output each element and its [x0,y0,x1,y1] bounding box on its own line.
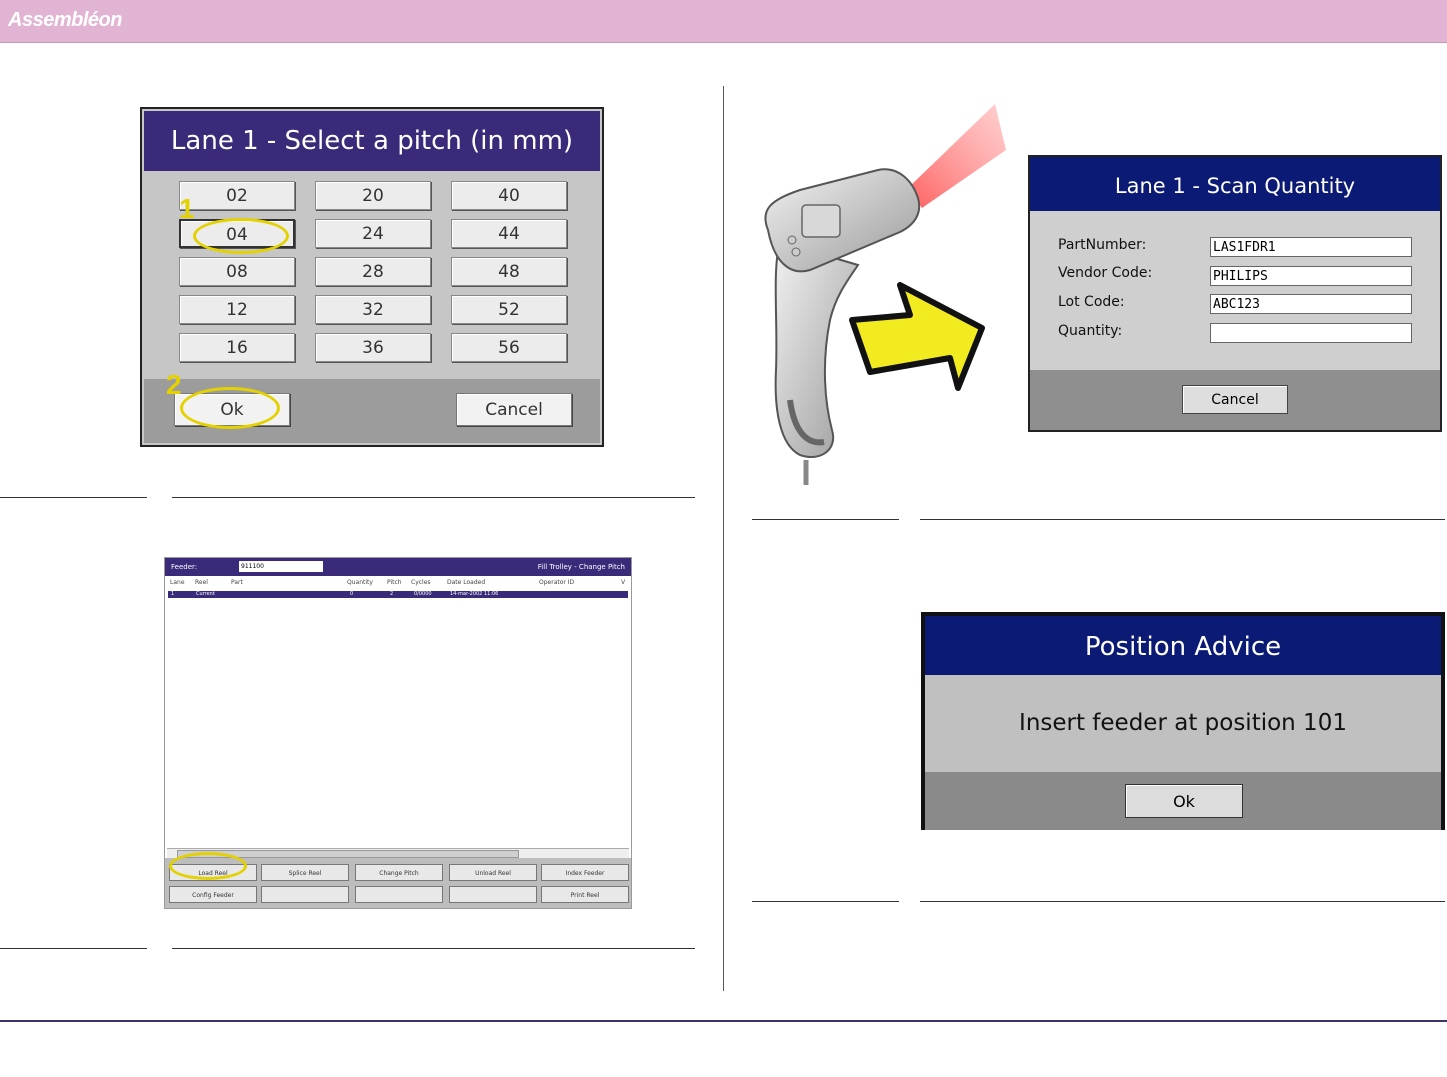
pitch-button-32[interactable]: 32 [315,295,431,324]
lot-code-field[interactable]: ABC123 [1210,294,1412,314]
pitch-button-12[interactable]: 12 [179,295,295,324]
empty-button[interactable] [261,886,349,903]
pitch-button-48[interactable]: 48 [451,257,567,286]
config-feeder-button[interactable]: Config Feeder [169,886,257,903]
advice-dialog-footer: Ok [925,772,1441,830]
pitch-button-52[interactable]: 52 [451,295,567,324]
assembleon-logo: Assembléon [8,9,122,31]
vendor-code-field[interactable]: PHILIPS [1210,266,1412,286]
section-rule [752,519,899,520]
advice-message: Insert feeder at position 101 [925,675,1441,772]
pitch-button-40[interactable]: 40 [451,181,567,210]
feeder-label: Feeder: [171,563,198,571]
trolley-column-headers: Lane Reel Part Quantity Pitch Cycles Dat… [165,576,631,590]
header-bar: Assembléon [0,0,1447,43]
pitch-button-56[interactable]: 56 [451,333,567,362]
print-reel-button[interactable]: Print Reel [541,886,629,903]
col-header: Date Loaded [447,579,486,586]
cell: 1 [171,591,175,597]
vendor-code-label: Vendor Code: [1058,265,1153,281]
pitch-dialog-title: Lane 1 - Select a pitch (in mm) [144,111,600,171]
pitch-button-02[interactable]: 02 [179,181,295,210]
mode-title: Fill Trolley - Change Pitch [537,563,625,571]
section-rule [752,901,899,902]
col-header: Lane [170,579,185,586]
barcode-scanner-icon [764,104,1006,485]
splice-reel-button[interactable]: Splice Reel [261,864,349,881]
highlight-ellipse [193,218,289,254]
change-pitch-button[interactable]: Change Pitch [355,864,443,881]
highlight-ellipse [169,852,247,880]
col-header: Operator ID [539,579,575,586]
column-divider [723,86,724,991]
step-marker-2: 2 [166,369,182,400]
laser-beam-icon [908,104,1006,208]
quantity-label: Quantity: [1058,323,1123,339]
pitch-cancel-button[interactable]: Cancel [456,393,572,426]
fill-trolley-screen: Feeder: 911100 Fill Trolley - Change Pit… [164,557,632,909]
pitch-button-24[interactable]: 24 [315,219,431,248]
feeder-input[interactable]: 911100 [239,561,323,572]
table-row[interactable]: 1 Current 0 2 0/0000 14-mar-2002 11:06 [168,591,628,598]
pitch-button-28[interactable]: 28 [315,257,431,286]
col-header: V [621,579,626,586]
cell: Current [196,591,215,597]
section-rule [0,948,147,949]
partnumber-field[interactable]: LAS1FDR1 [1210,237,1412,257]
footer-rule [0,1020,1447,1022]
step-marker-1: 1 [179,193,195,224]
section-rule [172,497,695,498]
pitch-button-20[interactable]: 20 [315,181,431,210]
empty-button[interactable] [449,886,537,903]
pitch-button-44[interactable]: 44 [451,219,567,248]
quantity-field[interactable] [1210,323,1412,343]
pitch-button-36[interactable]: 36 [315,333,431,362]
scan-dialog-title: Lane 1 - Scan Quantity [1030,157,1440,211]
section-rule [920,519,1445,520]
pitch-button-16[interactable]: 16 [179,333,295,362]
col-header: Reel [195,579,208,586]
section-rule [920,901,1445,902]
scan-quantity-dialog: Lane 1 - Scan Quantity PartNumber: LAS1F… [1028,155,1442,432]
section-rule [0,497,147,498]
col-header: Pitch [387,579,402,586]
trolley-header: Feeder: 911100 Fill Trolley - Change Pit… [165,558,631,576]
cell: 2 [390,591,394,597]
cell: 0 [350,591,354,597]
pitch-button-08[interactable]: 08 [179,257,295,286]
pitch-dialog: Lane 1 - Select a pitch (in mm) 02 20 40… [140,107,604,447]
section-rule [172,948,695,949]
advice-dialog-title: Position Advice [925,616,1441,675]
yellow-arrow-icon [849,282,985,391]
partnumber-label: PartNumber: [1058,237,1147,253]
trolley-button-bar: Load Reel Splice Reel Change Pitch Unloa… [165,852,631,908]
index-feeder-button[interactable]: Index Feeder [541,864,629,881]
col-header: Cycles [411,579,431,586]
col-header: Part [231,579,243,586]
cell: 0/0000 [414,591,432,597]
cell: 14-mar-2002 11:06 [450,591,499,597]
unload-reel-button[interactable]: Unload Reel [449,864,537,881]
col-header: Quantity [347,579,373,586]
highlight-ellipse [180,387,280,429]
scan-cancel-button[interactable]: Cancel [1182,385,1288,414]
empty-button[interactable] [355,886,443,903]
position-advice-dialog: Position Advice Insert feeder at positio… [921,612,1445,830]
lot-code-label: Lot Code: [1058,294,1125,310]
advice-ok-button[interactable]: Ok [1125,784,1243,818]
